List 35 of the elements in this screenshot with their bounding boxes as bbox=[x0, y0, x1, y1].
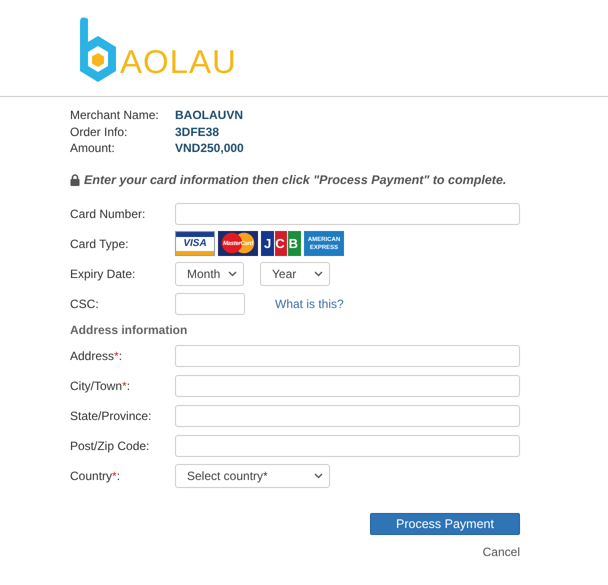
process-payment-button[interactable]: Process Payment bbox=[370, 512, 520, 534]
info-label: Merchant Name: bbox=[70, 107, 160, 124]
info-label: Amount: bbox=[70, 140, 116, 156]
logo-text: AOLAU bbox=[120, 45, 237, 78]
field-label: Card Number: bbox=[70, 206, 146, 220]
text-input[interactable] bbox=[175, 202, 520, 224]
help-link[interactable]: What is this? bbox=[275, 296, 344, 310]
field-label: CSC: bbox=[70, 296, 100, 310]
field-label: Country*: bbox=[70, 468, 122, 482]
field-label: State/Province: bbox=[70, 408, 152, 422]
field-label: City/Town*: bbox=[70, 378, 132, 392]
lock-icon bbox=[70, 174, 80, 186]
info-value: BAOLAUVN bbox=[175, 107, 244, 124]
info-value: 3DFE38 bbox=[175, 124, 220, 140]
csc-input[interactable] bbox=[175, 292, 245, 314]
cancel-link[interactable]: Cancel bbox=[482, 544, 520, 558]
text-input[interactable] bbox=[175, 434, 520, 456]
section-heading: Address information bbox=[70, 322, 188, 338]
info-value: VND250,000 bbox=[175, 140, 245, 156]
caret-icon bbox=[228, 270, 237, 276]
dropdown[interactable]: Month bbox=[175, 262, 244, 286]
text-input[interactable] bbox=[175, 404, 520, 426]
info-label: Order Info: bbox=[70, 124, 128, 140]
caret-icon bbox=[314, 472, 323, 478]
country-dropdown[interactable]: Select country* bbox=[175, 464, 330, 488]
card-logo: VISA bbox=[175, 231, 215, 256]
caret-icon bbox=[314, 270, 323, 276]
dropdown[interactable]: Year bbox=[260, 262, 330, 286]
field-label: Card Type: bbox=[70, 236, 130, 250]
text-input[interactable] bbox=[175, 344, 520, 366]
instruction-text: Enter your card information then click "Process Payment" to complete. bbox=[84, 172, 506, 186]
field-label: Expiry Date: bbox=[70, 266, 136, 280]
text-input[interactable] bbox=[175, 374, 520, 396]
field-label: Post/Zip Code: bbox=[70, 438, 150, 452]
field-label: Address*: bbox=[70, 348, 124, 362]
